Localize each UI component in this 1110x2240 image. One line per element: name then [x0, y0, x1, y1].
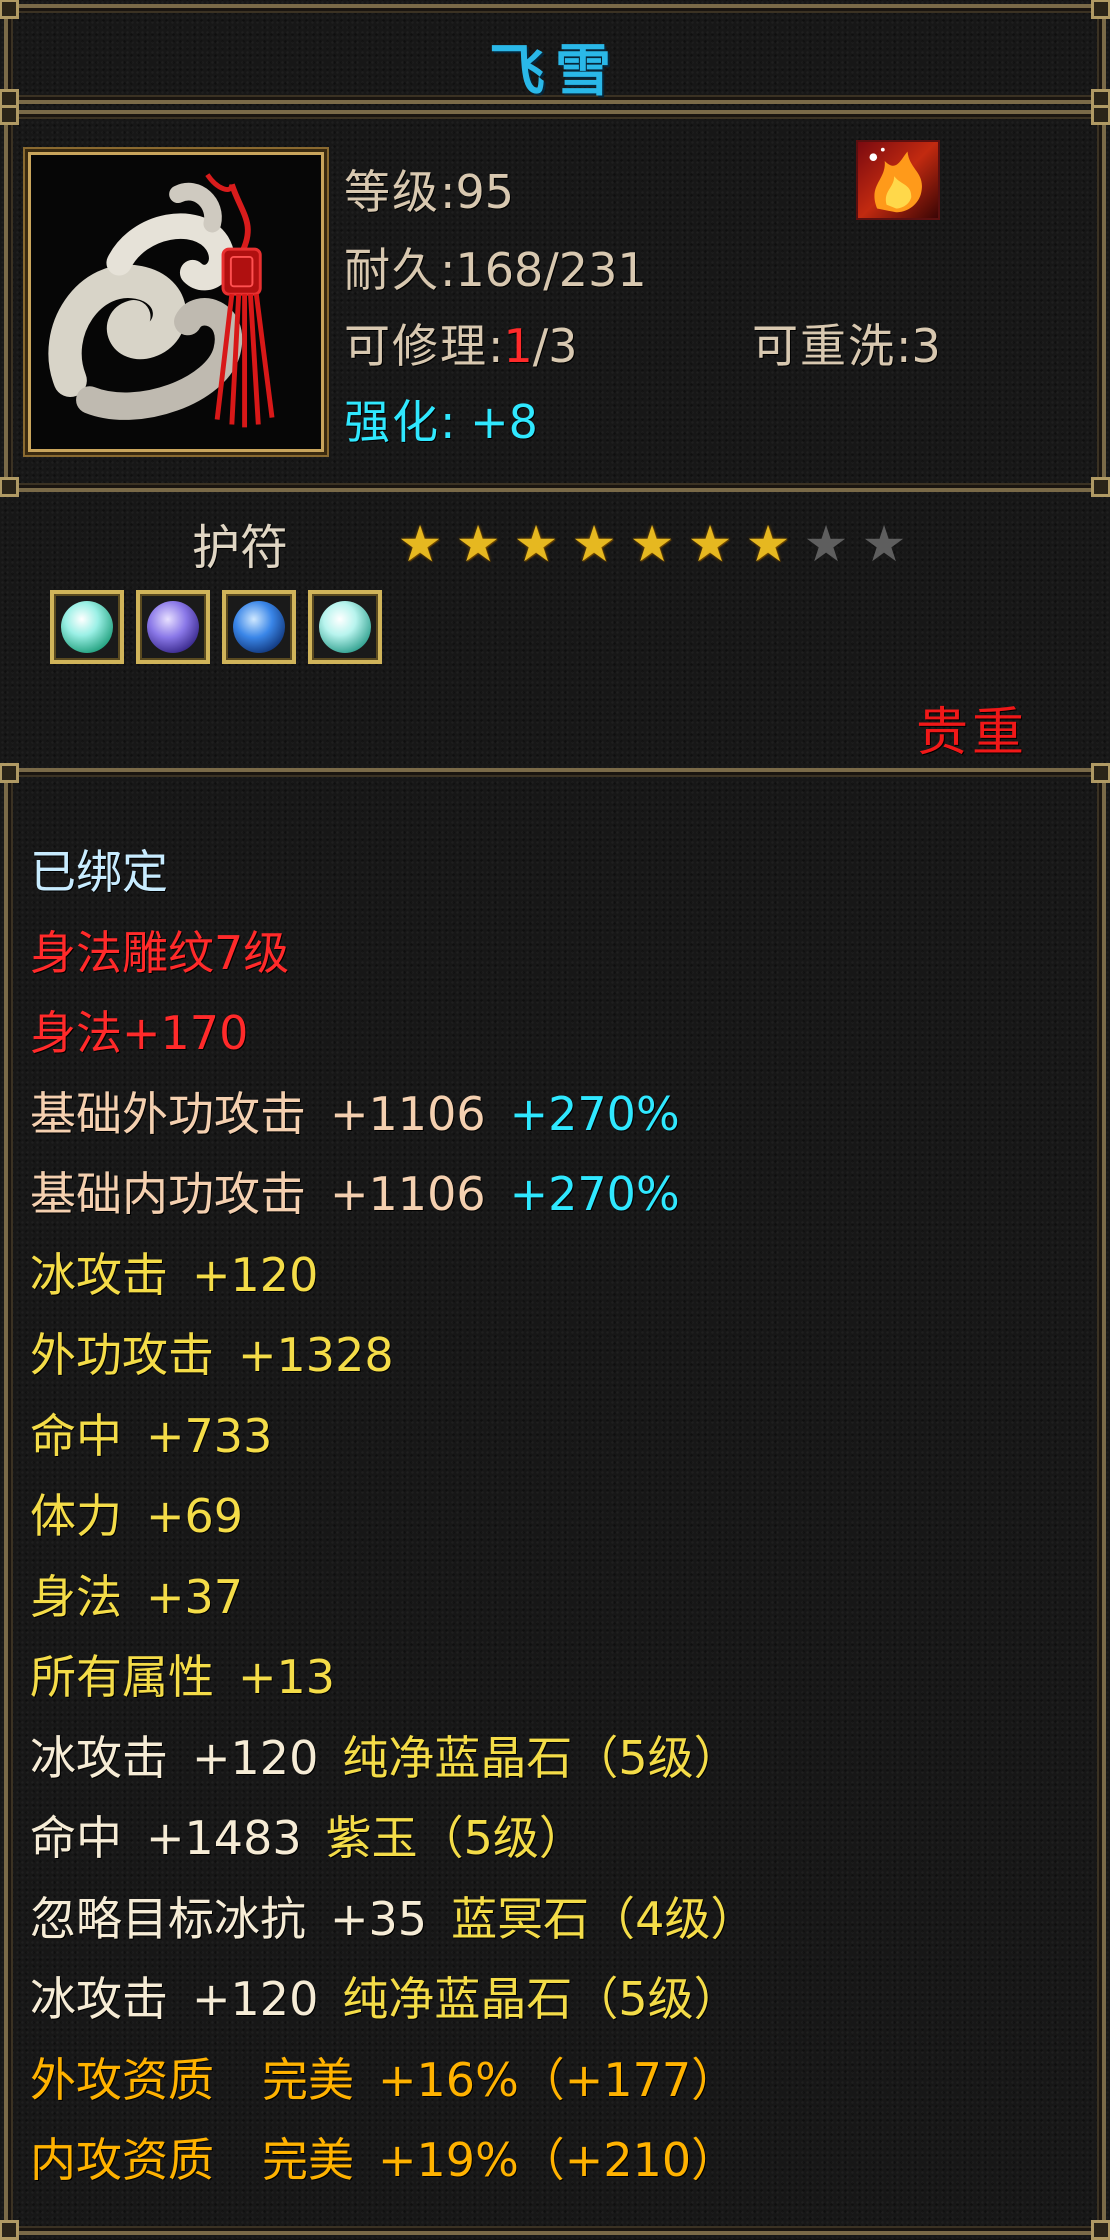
item-type: 护符: [192, 520, 289, 576]
purple-jade-gem-icon: [147, 601, 199, 653]
rewash-value: 3: [911, 319, 941, 373]
quality-line: 外攻资质 完美 +16%（+177）: [30, 2052, 738, 2107]
gem-socket[interactable]: [136, 590, 210, 664]
rewash-label: 可重洗: [752, 319, 896, 373]
gem-socket[interactable]: [308, 590, 382, 664]
ext-atk-line: 外功攻击 +1328: [30, 1328, 394, 1382]
engrave-line: 身法雕纹7级: [30, 925, 290, 980]
gem-stat-line: 冰攻击 +120 纯净蓝晶石（5级）: [30, 1730, 740, 1785]
gem-stat-line: 命中 +1483 紫玉（5级）: [30, 1811, 585, 1865]
title-frame: 飞雪: [0, 0, 1110, 109]
enhance-label: 强化: [344, 395, 440, 449]
base-ext-atk-line: 基础外功攻击 +1106 +270%: [30, 1086, 680, 1141]
quality-line: 内攻资质 完美 +19%（+210）: [30, 2133, 738, 2187]
repair-row: 可修理:1/3: [344, 319, 578, 373]
star-filled-icon: ★: [571, 515, 617, 573]
level-label: 等级: [344, 165, 440, 219]
star-filled-icon: ★: [455, 515, 501, 573]
star-empty-icon: ★: [803, 515, 849, 573]
gem-stat-line: 冰攻击 +120 纯净蓝晶石（5级）: [30, 1972, 740, 2026]
flame-icon: [869, 147, 922, 213]
agility-line: 身法 +37: [30, 1569, 244, 1624]
repair-max: /3: [532, 319, 578, 373]
item-portrait: [28, 152, 324, 452]
star-filled-icon: ★: [687, 515, 733, 573]
gem-stat-line: 忽略目标冰抗 +35 蓝冥石（4级）: [30, 1891, 757, 1946]
precious-label: 贵重: [915, 703, 1028, 763]
level-row: 等级:95: [344, 165, 515, 219]
star-empty-icon: ★: [861, 515, 907, 573]
item-name: 飞雪: [489, 39, 621, 104]
repair-label: 可修理: [344, 319, 488, 373]
star-filled-icon: ★: [397, 515, 443, 573]
all-attr-line: 所有属性 +13: [30, 1650, 336, 1704]
level-value: 95: [455, 165, 515, 219]
rewash-row: 可重洗:3: [752, 319, 941, 373]
star-rating: ★ ★ ★ ★ ★ ★ ★ ★ ★: [395, 516, 909, 572]
gem-socket[interactable]: [50, 590, 124, 664]
jade-amulet-image: [31, 155, 321, 449]
item-tooltip: 飞雪 等级:95 耐久:168/231 可修理:1/3 可重洗:3 强化: +8…: [0, 0, 1110, 2240]
enhance-row: 强化: +8: [344, 395, 538, 449]
enhance-value: +8: [470, 395, 538, 449]
star-filled-icon: ★: [745, 515, 791, 573]
star-filled-icon: ★: [513, 515, 559, 573]
hit-line: 命中 +733: [30, 1408, 273, 1463]
aquamarine-gem-icon: [61, 601, 113, 653]
durability-label: 耐久: [344, 243, 440, 297]
gem-socket[interactable]: [222, 590, 296, 664]
bound-status: 已绑定: [30, 845, 168, 899]
aquamarine-gem-icon: [319, 601, 371, 653]
attribute-list: 已绑定 身法雕纹7级 身法+170 基础外功攻击 +1106 +270% 基础内功攻…: [30, 832, 1080, 2201]
durability-value: 168/231: [455, 243, 647, 297]
star-filled-icon: ★: [629, 515, 675, 573]
set-skill-icon[interactable]: [856, 140, 940, 220]
stamina-line: 体力 +69: [30, 1489, 244, 1543]
blue-crystal-gem-icon: [233, 601, 285, 653]
durability-row: 耐久:168/231: [344, 243, 647, 297]
repair-current: 1: [503, 319, 533, 373]
base-int-atk-line: 基础内功攻击 +1106 +270%: [30, 1167, 680, 1221]
ice-atk-line: 冰攻击 +120: [30, 1247, 319, 1302]
gem-sockets: [50, 590, 382, 664]
agility-bonus-line: 身法+170: [30, 1006, 249, 1060]
